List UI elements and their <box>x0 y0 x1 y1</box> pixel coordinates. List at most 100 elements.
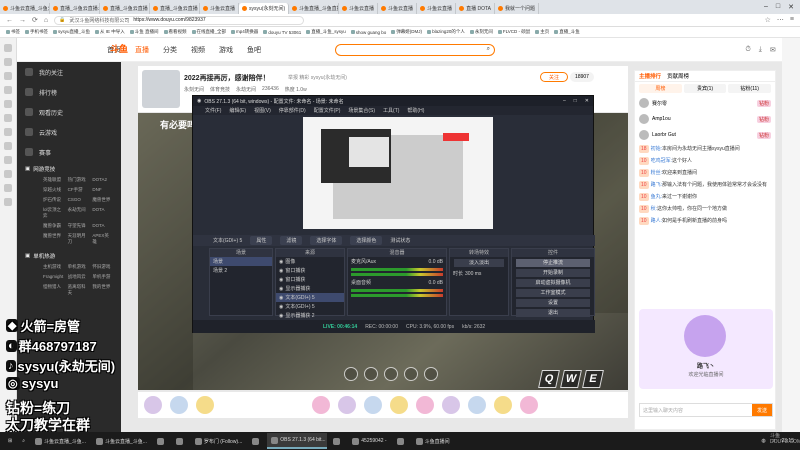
source-item[interactable]: ◉ 窗口捕获 <box>276 275 344 284</box>
sidebar-game-link[interactable]: DNF <box>92 187 113 193</box>
obs-control-button[interactable]: 开始录制 <box>516 269 590 277</box>
nav-video[interactable]: 视频 <box>191 45 205 55</box>
sidebar-game-link[interactable]: 炉石传说 <box>43 197 64 203</box>
bookmark-item[interactable]: 看看视频 <box>163 29 187 35</box>
tab-weekly-rank[interactable]: 贡献周榜 <box>667 72 689 80</box>
taskbar-app[interactable]: 斗鱼云直播_斗鱼... <box>31 433 90 449</box>
browser-tab[interactable]: 斗鱼云直播_斗鱼云直播 <box>0 3 50 14</box>
eye-icon[interactable]: ◉ <box>279 259 283 265</box>
sub-tab-week[interactable]: 周榜 <box>639 84 682 93</box>
obs-menu-item[interactable]: 编辑(E) <box>229 107 246 114</box>
browser-tab[interactable]: 直播_斗鱼云直播斗鱼 <box>50 3 100 14</box>
sidebar-game-link[interactable]: 战地风云 <box>68 274 89 280</box>
side-icon-6[interactable] <box>4 114 12 122</box>
select-color-button[interactable]: 选择颜色 <box>350 236 383 245</box>
taskbar-app[interactable] <box>248 433 265 449</box>
chat-username[interactable]: 路飞: <box>651 182 662 188</box>
tab-anchor-rank[interactable]: 主播排行 <box>639 72 661 80</box>
minimize-icon[interactable]: – <box>563 98 566 104</box>
rank-row[interactable]: 赛尔零 钻粉 <box>635 95 775 111</box>
browser-tab[interactable]: 斗鱼云直播 <box>378 3 418 14</box>
extensions-icon[interactable]: ⋯ <box>777 16 784 24</box>
send-button[interactable]: 发送 <box>752 404 772 416</box>
browser-tab[interactable]: 直播 DOTA <box>456 3 495 14</box>
source-item[interactable]: ◉ 图像 <box>276 257 344 266</box>
gift-item[interactable] <box>338 396 356 414</box>
chat-username[interactable]: 粉丝: <box>651 170 662 176</box>
sidebar-section-title[interactable]: ▣ 单机热游 <box>17 249 121 262</box>
sidebar-game-link[interactable]: 我的世界 <box>92 284 113 296</box>
anchor-avatar[interactable] <box>142 70 180 108</box>
taskbar-app[interactable] <box>393 433 410 449</box>
sidebar-game-link[interactable]: 守望先锋 <box>68 223 89 229</box>
sidebar-game-link[interactable]: 魔兽世界 <box>92 197 113 203</box>
gift-item[interactable] <box>196 396 214 414</box>
browser-tab[interactable]: 直播_斗鱼云直播 <box>150 3 200 14</box>
bookmark-item[interactable]: 书签 <box>6 29 20 35</box>
eye-icon[interactable]: ◉ <box>279 304 283 310</box>
bookmark-item[interactable]: 斗鱼 直播间 <box>129 29 159 35</box>
bookmark-item[interactable]: 手机书签 <box>25 29 48 35</box>
history-icon[interactable]: ⏱ <box>745 46 750 54</box>
back-icon[interactable]: ← <box>6 17 13 24</box>
gift-item[interactable] <box>144 396 162 414</box>
properties-button[interactable]: 属性 <box>250 236 273 245</box>
minimize-icon[interactable]: – <box>764 3 768 11</box>
sidebar-item[interactable]: 赛事 <box>17 142 121 162</box>
obs-menu-item[interactable]: 停靠部件(D) <box>279 107 306 114</box>
gift-item[interactable] <box>170 396 188 414</box>
url-field[interactable]: 🔒 武汉斗鱼网络科技有限公司 https://www.douyu.com/982… <box>54 15 305 25</box>
nav-live[interactable]: 直播 <box>135 45 149 55</box>
start-button[interactable]: ⊞ <box>4 433 16 449</box>
obs-menu-item[interactable]: 工具(T) <box>383 107 399 114</box>
sidebar-game-link[interactable]: DOTA2 <box>92 177 113 183</box>
sidebar-game-link[interactable]: DOTA <box>92 223 113 229</box>
eye-icon[interactable]: ◉ <box>279 313 283 319</box>
eye-icon[interactable]: ◉ <box>279 286 283 292</box>
side-icon-9[interactable] <box>4 156 12 164</box>
browser-tab[interactable]: 我就一个问题 <box>495 3 539 14</box>
sidebar-game-link[interactable]: 魔兽争霸 <box>43 223 64 229</box>
taskbar-app[interactable] <box>172 433 189 449</box>
bookmark-item[interactable]: 主页 <box>535 29 549 35</box>
reload-icon[interactable]: ⟳ <box>32 16 38 24</box>
sidebar-item[interactable]: 观看历史 <box>17 102 121 122</box>
sidebar-game-link[interactable]: 怪物猎人 <box>43 284 64 296</box>
bookmark-item[interactable]: 直播_斗鱼 <box>554 29 580 35</box>
sidebar-game-link[interactable]: 热门游戏 <box>68 177 89 183</box>
side-icon-3[interactable] <box>4 72 12 80</box>
browser-tab[interactable]: 斗鱼云直播 <box>417 3 457 14</box>
side-icon-1[interactable] <box>4 44 12 52</box>
chat-username[interactable]: 初始: <box>651 146 662 152</box>
close-icon[interactable]: ✕ <box>585 98 589 104</box>
taskbar-app[interactable] <box>153 433 170 449</box>
chat-input[interactable]: 这里输入聊天内容 发送 <box>639 403 773 417</box>
sub-tab-vip[interactable]: 贵宾(1) <box>683 84 727 93</box>
bookmark-item[interactable]: 从 IE 中导入 <box>95 29 125 35</box>
gift-item[interactable] <box>312 396 330 414</box>
transition-select[interactable]: 淡入淡出 <box>454 259 504 267</box>
side-icon-5[interactable] <box>4 100 12 108</box>
chat-username[interactable]: 路人: <box>651 218 662 224</box>
side-icon-11[interactable] <box>4 184 12 192</box>
obs-menu-item[interactable]: 帮助(H) <box>407 107 424 114</box>
sidebar-game-link[interactable]: 永劫无间 <box>68 207 89 219</box>
anchor-name[interactable]: 永刻无间 <box>184 86 204 93</box>
sidebar-game-link[interactable]: 主机游戏 <box>43 264 64 270</box>
obs-control-button[interactable]: 设置 <box>516 299 590 307</box>
browser-tab[interactable]: 斗鱼云直播 <box>200 3 240 14</box>
side-icon-4[interactable] <box>4 86 12 94</box>
home-icon[interactable]: ⌂ <box>44 17 48 24</box>
room-tags[interactable]: 举报 精彩 sysyu(永劫无间) <box>288 74 347 81</box>
sidebar-game-link[interactable]: CF手游 <box>68 187 89 193</box>
follow-button[interactable]: 关注 <box>540 72 568 82</box>
sidebar-game-link[interactable]: CSGO <box>68 197 89 203</box>
sidebar-game-link[interactable]: 穿越火线 <box>43 187 64 193</box>
bookmark-item[interactable]: FLVCD - 硕鼠 <box>497 29 530 35</box>
obs-control-button[interactable]: 启动虚拟摄像机 <box>516 279 590 287</box>
room-category[interactable]: 体育竞技 <box>210 86 230 93</box>
sidebar-game-link[interactable]: 怀旧游戏 <box>92 264 113 270</box>
douyu-logo[interactable]: 斗鱼 <box>110 42 128 55</box>
star-icon[interactable]: ☆ <box>765 16 771 24</box>
forward-icon[interactable]: → <box>19 17 26 24</box>
